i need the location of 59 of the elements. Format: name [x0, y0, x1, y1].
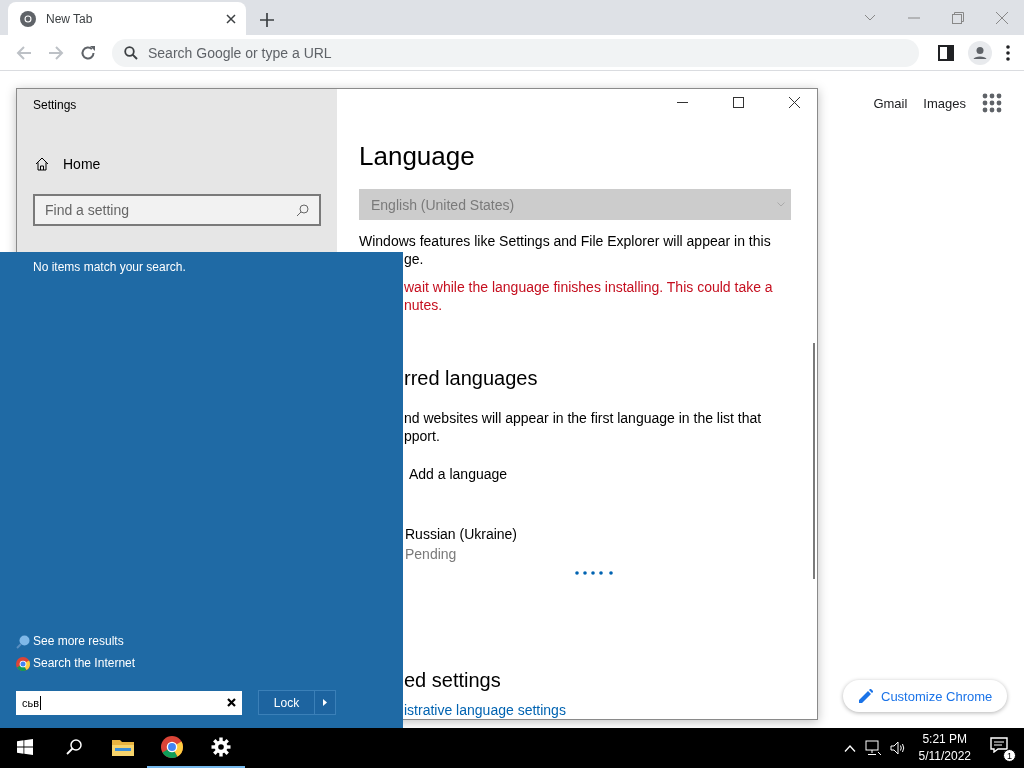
loading-dots-icon	[575, 571, 613, 575]
close-icon[interactable]	[789, 96, 800, 108]
search-option-link[interactable]: Search the Internet	[16, 656, 403, 671]
magnifier-icon	[16, 634, 30, 649]
windows-logo-icon	[16, 739, 33, 755]
language-status: Pending	[405, 545, 457, 563]
home-icon	[35, 157, 49, 171]
page-heading: Language	[359, 140, 475, 172]
chevron-down-icon	[777, 202, 785, 207]
pencil-icon	[859, 689, 873, 703]
maximize-icon[interactable]	[733, 96, 744, 108]
clear-icon[interactable]	[227, 698, 236, 707]
address-bar[interactable]: Search Google or type a URL	[112, 38, 919, 67]
system-clock[interactable]: 5:21 PM 5/11/2022	[918, 731, 971, 765]
minimize-icon[interactable]	[677, 101, 688, 103]
window-title: Settings	[33, 98, 78, 112]
home-nav-item[interactable]: Home	[35, 156, 337, 172]
scrollbar[interactable]	[813, 343, 815, 579]
customize-chrome-button[interactable]: Customize Chrome	[843, 680, 1008, 712]
profile-avatar-icon[interactable]	[968, 40, 992, 65]
chevron-up-icon[interactable]	[843, 744, 856, 752]
more-menu-icon[interactable]	[1006, 44, 1010, 61]
warning-text: nutes.	[404, 296, 443, 314]
apps-grid-icon[interactable]	[982, 93, 1002, 113]
description-text: pport.	[404, 427, 440, 445]
section-heading: ed settings	[404, 668, 501, 693]
reload-icon[interactable]	[80, 44, 96, 61]
side-panel-icon[interactable]	[938, 44, 954, 61]
browser-tab[interactable]: New Tab	[8, 2, 246, 35]
description-text: Windows features like Settings and File Explorer will appear in this	[359, 232, 771, 250]
message-icon	[990, 737, 1008, 753]
add-language-item[interactable]: Add a language	[409, 465, 508, 483]
search-icon	[124, 45, 138, 60]
restore-icon[interactable]	[952, 11, 964, 24]
header-link[interactable]: Gmail	[873, 95, 908, 111]
language-name[interactable]: Russian (Ukraine)	[405, 525, 518, 543]
globe-icon	[20, 10, 36, 27]
search-icon	[65, 739, 82, 755]
chevron-down-icon[interactable]	[864, 13, 876, 22]
description-text: ge.	[404, 250, 424, 268]
description-text: nd websites will appear in the first language in the list that	[404, 409, 762, 427]
settings-link[interactable]: istrative language settings	[404, 701, 566, 719]
gear-icon	[210, 737, 231, 757]
triangle-right-icon	[323, 699, 327, 706]
search-input[interactable]: сьв	[16, 690, 242, 715]
chrome-logo-icon	[160, 736, 183, 758]
section-heading: rred languages	[404, 366, 538, 391]
search-option-link[interactable]: See more results	[16, 634, 403, 649]
folder-icon	[111, 738, 134, 756]
plus-icon[interactable]	[260, 13, 274, 27]
close-icon[interactable]	[226, 13, 236, 24]
no-results-message: No items match your search.	[33, 260, 187, 274]
chrome-logo-icon	[16, 656, 30, 671]
search-field[interactable]: Find a setting	[33, 194, 321, 226]
search-icon	[296, 203, 309, 217]
speaker-icon[interactable]	[889, 741, 906, 755]
network-icon[interactable]	[864, 740, 881, 756]
header-link[interactable]: Images	[923, 95, 966, 111]
warning-text: wait while the language finishes installing. This could take a	[404, 278, 773, 296]
